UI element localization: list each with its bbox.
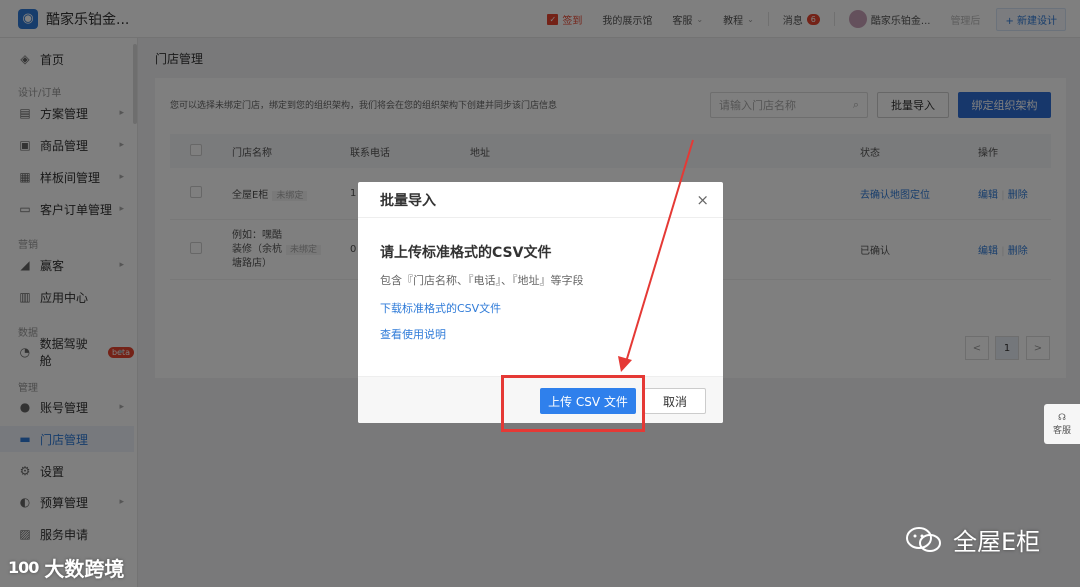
annotation-highlight-box (501, 375, 645, 432)
download-template-link[interactable]: 下载标准格式的CSV文件 (380, 300, 701, 316)
wechat-icon (906, 526, 941, 552)
watermark-left: 100 大数跨境 (8, 553, 124, 582)
watermark-left-text: 大数跨境 (44, 557, 125, 581)
watermark-logo: 100 (8, 558, 39, 577)
cancel-button[interactable]: 取消 (644, 388, 706, 414)
watermark-right-text: 全屋E柜 (953, 528, 1041, 556)
headset-icon: ☊ (1058, 412, 1066, 423)
help-link[interactable]: 查看使用说明 (380, 326, 701, 342)
dialog-description: 包含『门店名称、『电话』、『地址』等字段 (380, 274, 584, 287)
dialog-header: 批量导入 × (358, 182, 723, 218)
dialog-body: 请上传标准格式的CSV文件 包含『门店名称、『电话』、『地址』等字段 下载标准格… (358, 218, 723, 342)
app-root: ◉ 酷家乐铂金... ✓ 签到 我的展示馆 客服⌄ 教程⌄ 消息6 酷家乐铂金.… (0, 0, 1080, 587)
floating-service-label: 客服 (1052, 425, 1071, 436)
dialog-title: 批量导入 (380, 192, 436, 209)
watermark-right: 全屋E柜 (905, 522, 1040, 557)
close-icon[interactable]: × (696, 191, 709, 209)
floating-service-button[interactable]: ☊ 客服 (1044, 404, 1080, 444)
dialog-heading: 请上传标准格式的CSV文件 (380, 245, 552, 261)
